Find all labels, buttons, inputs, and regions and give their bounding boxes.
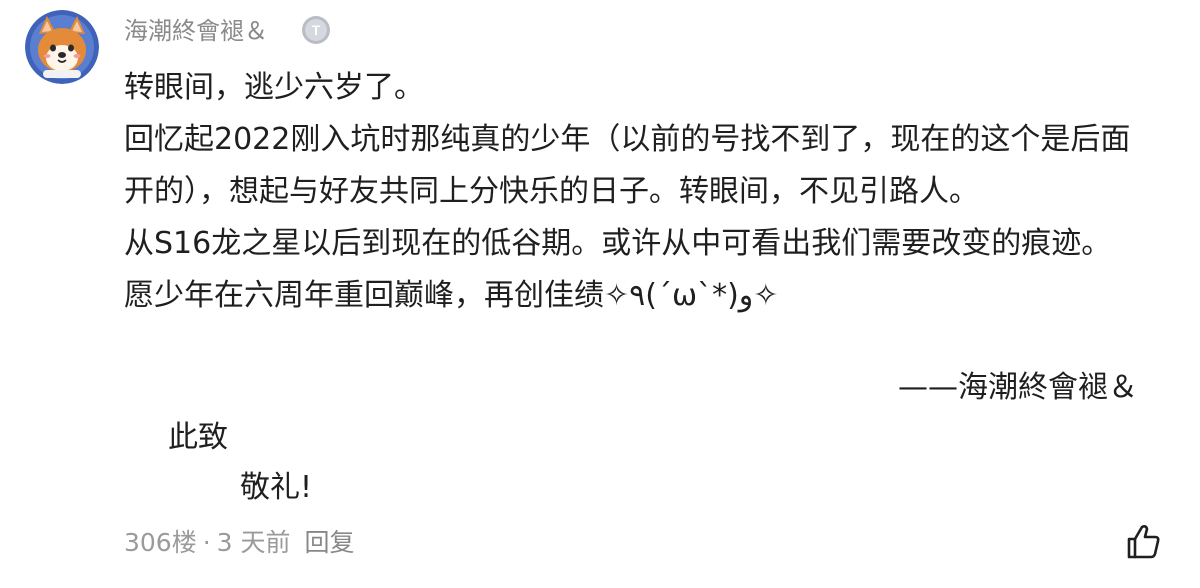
user-avatar[interactable] <box>25 10 99 84</box>
comment-body: 转眼间，逃少六岁了。 回忆起2022刚入坑时那纯真的少年（以前的号找不到了，现在… <box>124 62 1144 322</box>
closing-regards: 敬礼! <box>240 470 313 505</box>
comment-line-3: 从S16龙之星以后到现在的低谷期。或许从中可看出我们需要改变的痕迹。 <box>124 226 1112 261</box>
comment-line-2: 回忆起2022刚入坑时那纯真的少年（以前的号找不到了，现在的这个是后面开的），想… <box>124 122 1131 209</box>
level-badge-text: T <box>312 22 321 38</box>
level-badge-icon: T <box>300 14 332 46</box>
comment-time: 3 天前 <box>216 528 291 557</box>
like-button[interactable] <box>1122 520 1166 564</box>
meta-separator: · <box>202 528 211 557</box>
shiba-dog-avatar-icon <box>25 10 99 84</box>
comment-line-1: 转眼间，逃少六岁了。 <box>124 70 424 105</box>
comment-meta: 306楼 · 3 天前 回复 <box>124 524 355 562</box>
floor-number: 306楼 <box>124 528 197 557</box>
comment-username[interactable]: 海潮終會褪＆ <box>124 14 268 48</box>
comment-signature: ——海潮終會褪＆ <box>898 370 1138 405</box>
thumbs-up-icon <box>1127 525 1160 559</box>
reply-button[interactable]: 回复 <box>305 528 355 557</box>
comment-line-4: 愿少年在六周年重回巅峰，再创佳绩✧٩(ˊωˋ*)و✧ <box>124 278 779 313</box>
closing-salutation: 此致 <box>168 420 228 455</box>
